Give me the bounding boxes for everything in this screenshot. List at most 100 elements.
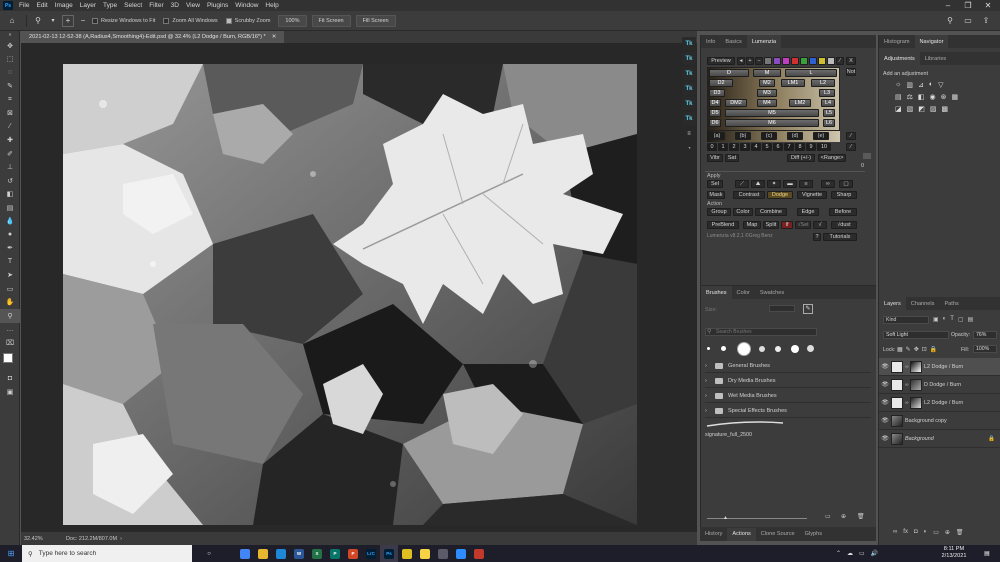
sharp-button[interactable]: Sharp bbox=[831, 191, 857, 199]
clock[interactable]: 8:11 PM 2/13/2021 bbox=[934, 546, 974, 560]
restore-icon[interactable]: ❐ bbox=[958, 0, 978, 11]
brush-tip[interactable] bbox=[807, 345, 814, 352]
edge-button[interactable]: Edge bbox=[797, 208, 819, 216]
kind-filter[interactable]: Kind bbox=[883, 316, 929, 324]
levels-icon[interactable]: ▥ bbox=[906, 81, 913, 89]
num-7[interactable]: 7 bbox=[784, 143, 794, 151]
eye-icon[interactable]: 👁 bbox=[879, 435, 891, 442]
blend-mode-select[interactable]: Soft Light bbox=[883, 331, 949, 339]
crop-tool-icon[interactable]: ⌗ bbox=[0, 93, 20, 107]
menu-3d[interactable]: 3D bbox=[171, 2, 179, 9]
mask-thumbnail[interactable] bbox=[910, 396, 922, 409]
black-white-icon[interactable]: ◧ bbox=[918, 93, 925, 101]
tab-navigator[interactable]: Navigator bbox=[914, 35, 949, 48]
tab-history[interactable]: History bbox=[700, 528, 727, 541]
brightness-icon[interactable]: ☼ bbox=[895, 81, 901, 89]
swatch-purple[interactable] bbox=[773, 57, 781, 65]
zoom-app-icon[interactable] bbox=[452, 545, 470, 562]
swatch-red[interactable] bbox=[791, 57, 799, 65]
eye-icon[interactable]: 👁 bbox=[879, 381, 891, 388]
brush-preset[interactable]: signature_full_2500 bbox=[705, 432, 752, 438]
posterize-icon[interactable]: ▧ bbox=[907, 105, 914, 113]
menu-plugins[interactable]: Plugins bbox=[207, 2, 228, 9]
diff-button[interactable]: Diff (+/-) bbox=[787, 154, 815, 162]
tab-brushes[interactable]: Brushes bbox=[701, 286, 732, 299]
zone-l[interactable]: L bbox=[785, 69, 837, 77]
trash-icon[interactable]: 🗑 bbox=[956, 529, 964, 536]
type-filter-icon[interactable]: T bbox=[950, 316, 954, 323]
eye-icon[interactable]: 👁 bbox=[879, 417, 891, 424]
num-0[interactable]: 0 bbox=[707, 143, 717, 151]
new-brush-icon[interactable]: ⊕ bbox=[841, 513, 846, 520]
brush-tip[interactable] bbox=[791, 345, 799, 353]
prev-button[interactable]: ◂ bbox=[737, 57, 745, 65]
zoom-tool-icon[interactable]: ⚲ bbox=[0, 309, 20, 323]
sticky-notes-app-icon[interactable] bbox=[416, 545, 434, 562]
lightroom-classic-app-icon[interactable]: LrC bbox=[362, 545, 380, 562]
vignette-button[interactable]: Vignette bbox=[797, 191, 827, 199]
opacity-input[interactable]: 76% bbox=[973, 331, 997, 339]
slider-thumb[interactable]: ▲ bbox=[723, 515, 728, 521]
photoshop-app-icon[interactable]: Ps bbox=[380, 545, 398, 562]
landscape-icon[interactable]: ▬ bbox=[783, 180, 797, 188]
map-button[interactable]: Map bbox=[743, 221, 761, 229]
eye-icon[interactable]: 👁 bbox=[879, 363, 891, 370]
lock-paint-icon[interactable]: ✎ bbox=[906, 346, 911, 353]
scroll-handle[interactable] bbox=[863, 153, 871, 159]
menu-filter[interactable]: Filter bbox=[149, 2, 163, 9]
range-button[interactable]: <Range> bbox=[818, 154, 846, 162]
clone-stamp-tool-icon[interactable]: ⊥ bbox=[0, 161, 20, 175]
zone-a[interactable]: (a) bbox=[709, 132, 725, 140]
vibr-button[interactable]: Vibr bbox=[707, 154, 723, 162]
menu-edit[interactable]: Edit bbox=[36, 2, 47, 9]
eye-icon[interactable]: 👁 bbox=[879, 399, 891, 406]
tab-paths[interactable]: Paths bbox=[939, 297, 963, 310]
figure-icon[interactable]: ✦ bbox=[767, 180, 781, 188]
num-2[interactable]: 2 bbox=[729, 143, 739, 151]
photo-canvas[interactable] bbox=[63, 64, 637, 525]
search-brushes-input[interactable]: Search Brushes bbox=[705, 328, 817, 336]
not-button[interactable]: Not bbox=[846, 68, 856, 76]
zoom-level[interactable]: 32.42% bbox=[24, 536, 58, 542]
preblend-button[interactable]: PreBlend bbox=[707, 221, 739, 229]
zone-l5[interactable]: L5 bbox=[823, 109, 835, 117]
zone-dm2[interactable]: DM2 bbox=[725, 99, 747, 107]
notifications-icon[interactable]: ▤ bbox=[978, 545, 996, 562]
collapse-icon[interactable]: » bbox=[0, 31, 20, 39]
preview-dropdown[interactable]: Preview bbox=[707, 57, 735, 65]
fill-screen-button[interactable]: Fill Screen bbox=[355, 14, 396, 27]
zoom-tool-icon[interactable]: ⚲ bbox=[32, 15, 44, 27]
document-tab[interactable]: 2021-02-13 12-52-38 (A,Radius4,Smoothing… bbox=[21, 31, 285, 43]
help-button[interactable]: ? bbox=[813, 233, 821, 241]
dodge-tool-icon[interactable]: ● bbox=[0, 228, 20, 242]
brush-tip[interactable] bbox=[759, 346, 765, 352]
tab-glyphs[interactable]: Glyphs bbox=[800, 528, 827, 541]
close-tab-icon[interactable]: ✕ bbox=[272, 34, 277, 40]
taskbar-search[interactable]: ⚲ Type here to search bbox=[22, 545, 192, 562]
gradient-map-icon[interactable]: ▨ bbox=[930, 105, 937, 113]
sat-button[interactable]: Sat bbox=[725, 154, 739, 162]
eyedropper-icon[interactable]: ⁄ bbox=[846, 143, 856, 151]
brush-tip-selected[interactable] bbox=[737, 342, 751, 356]
quick-mask-icon[interactable]: ◘ bbox=[0, 372, 20, 386]
brush-folder-dry-media[interactable]: › Dry Media Brushes bbox=[705, 374, 871, 388]
windows-start-icon[interactable]: ⊞ bbox=[0, 545, 22, 562]
rectangle-tool-icon[interactable]: ▭ bbox=[0, 282, 20, 296]
dodge-button[interactable]: Dodge bbox=[767, 191, 793, 199]
type-tool-icon[interactable]: T bbox=[0, 255, 20, 269]
path-select-tool-icon[interactable]: ➤ bbox=[0, 269, 20, 283]
workspace-icon[interactable]: ▭ bbox=[962, 15, 974, 27]
tab-adjustments[interactable]: Adjustments bbox=[879, 52, 920, 65]
history-icon[interactable]: ◔ bbox=[682, 142, 696, 155]
properties-icon[interactable]: ≡ bbox=[682, 127, 696, 140]
color-balance-icon[interactable]: ⚖ bbox=[907, 93, 913, 101]
menu-window[interactable]: Window bbox=[235, 2, 258, 9]
combine-button[interactable]: Combine bbox=[755, 208, 787, 216]
selective-color-icon[interactable]: ▩ bbox=[942, 105, 949, 113]
sel-button[interactable]: Sel bbox=[707, 180, 723, 188]
color-button[interactable]: Color bbox=[733, 208, 753, 216]
eyedropper-tool-icon[interactable]: ⁄ bbox=[0, 120, 20, 134]
photo-filter-icon[interactable]: ◉ bbox=[930, 93, 936, 101]
eyedropper-icon[interactable]: ⁄ bbox=[836, 57, 844, 65]
vsel-button[interactable]: √Sel bbox=[795, 221, 811, 229]
